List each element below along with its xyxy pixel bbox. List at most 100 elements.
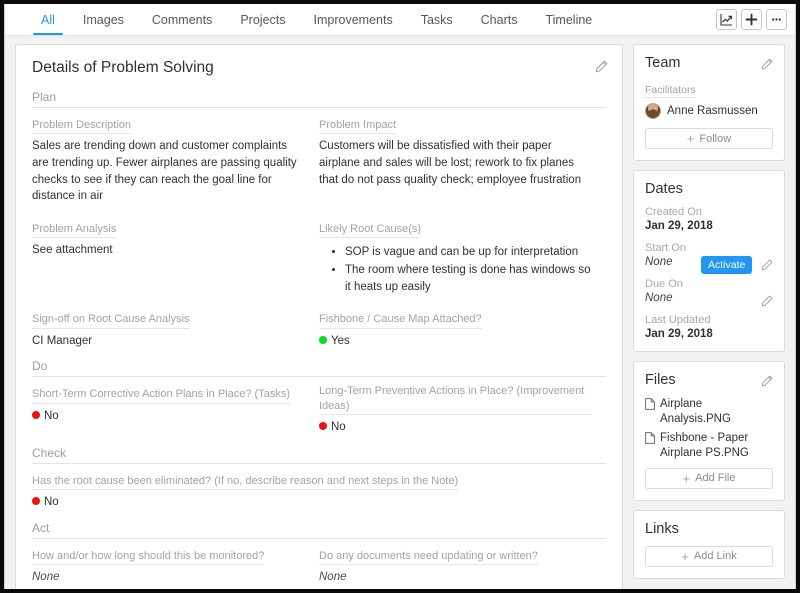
tab-timeline[interactable]: Timeline — [531, 4, 606, 35]
documents-field: Do any documents need updating or writte… — [319, 546, 606, 586]
due-on-block: Due On None — [645, 278, 773, 307]
field-value: CI Manager — [32, 334, 93, 347]
pencil-icon[interactable] — [595, 60, 608, 78]
likely-root-causes-field: Likely Root Cause(s) SOP is vague and ca… — [319, 219, 606, 296]
tab-label: Tasks — [420, 12, 453, 27]
status-dot-green — [319, 335, 327, 344]
plan-row-3: Sign-off on Root Cause Analysis CI Manag… — [32, 309, 606, 349]
field-label: Short-Term Corrective Action Plans in Pl… — [32, 387, 290, 404]
facilitators-label: Facilitators — [645, 84, 696, 98]
status-dot-red — [32, 410, 40, 419]
main-column: Details of Problem Solving Plan Problem … — [15, 44, 623, 589]
field-label: Due On — [645, 278, 683, 290]
field-value: None — [32, 570, 60, 583]
tab-tasks[interactable]: Tasks — [407, 4, 467, 35]
plan-row-1: Problem Description Sales are trending d… — [32, 115, 606, 205]
section-act-heading: Act — [32, 521, 606, 539]
tab-label: Projects — [240, 12, 286, 27]
follow-button-label: Follow — [699, 132, 732, 145]
field-label: Start On — [645, 242, 686, 254]
ellipsis-icon[interactable] — [766, 9, 787, 30]
created-on-block: Created On Jan 29, 2018 — [645, 206, 773, 232]
tab-label: All — [41, 12, 55, 27]
tab-bar: All Images Comments Projects Improvement… — [5, 4, 795, 36]
file-icon — [645, 398, 655, 415]
tab-comments[interactable]: Comments — [138, 4, 226, 35]
status-text: Yes — [331, 334, 350, 347]
field-label: Has the root cause been eliminated? (If … — [32, 474, 459, 490]
pencil-icon[interactable] — [761, 294, 773, 312]
team-card: Team Facilitators Anne Rasmussen + Follo… — [633, 44, 785, 161]
plus-icon: + — [682, 470, 691, 486]
team-title: Team — [645, 55, 681, 71]
field-value-with-status: Yes — [319, 333, 592, 350]
file-name: Airplane Analysis.PNG — [660, 398, 731, 425]
tab-images[interactable]: Images — [69, 4, 138, 35]
status-text: No — [44, 495, 59, 508]
dates-title: Dates — [645, 181, 683, 197]
field-value: Jan 29, 2018 — [645, 328, 713, 340]
field-value: Jan 29, 2018 — [645, 220, 713, 232]
links-title: Links — [645, 520, 679, 537]
facilitator-row[interactable]: Anne Rasmussen — [645, 103, 773, 119]
tab-label: Improvements — [313, 12, 393, 27]
field-value: None — [319, 570, 347, 583]
act-row-1: How and/or how long should this be monit… — [32, 546, 606, 586]
pencil-icon[interactable] — [761, 258, 773, 276]
pencil-icon[interactable] — [761, 374, 773, 392]
add-file-label: Add File — [695, 472, 736, 485]
problem-impact-field: Problem Impact Customers will be dissati… — [319, 115, 606, 205]
files-title: Files — [645, 372, 676, 388]
field-label: Likely Root Cause(s) — [319, 222, 422, 239]
field-label: Do any documents need updating or writte… — [319, 549, 538, 565]
tab-label: Charts — [480, 12, 518, 27]
field-value: See attachment — [32, 244, 113, 257]
dates-card: Dates Created On Jan 29, 2018 Start On N… — [633, 170, 785, 352]
root-cause-list: SOP is vague and can be up for interpret… — [345, 244, 592, 295]
field-value-with-status: No — [319, 419, 592, 436]
field-label: Problem Impact — [319, 118, 397, 135]
app-window: All Images Comments Projects Improvement… — [4, 4, 796, 589]
file-item[interactable]: Fishbone - Paper Airplane PS.PNG — [645, 431, 773, 461]
fishbone-field: Fishbone / Cause Map Attached? Yes — [319, 309, 606, 349]
facilitator-name: Anne Rasmussen — [667, 105, 758, 117]
tab-all[interactable]: All — [27, 4, 69, 35]
file-item[interactable]: Airplane Analysis.PNG — [645, 397, 773, 427]
field-label: Problem Description — [32, 118, 132, 135]
page-body: Details of Problem Solving Plan Problem … — [5, 36, 795, 589]
add-link-button[interactable]: + Add Link — [645, 545, 773, 567]
list-item: The room where testing is done has windo… — [345, 262, 592, 295]
field-label: Last Updated — [645, 314, 711, 326]
long-term-actions-field: Long-Term Preventive Actions in Place? (… — [319, 384, 606, 435]
field-label: Created On — [645, 206, 702, 218]
status-text: No — [44, 409, 59, 422]
activate-button[interactable]: Activate — [701, 256, 753, 274]
tab-label: Comments — [151, 12, 213, 27]
tab-projects[interactable]: Projects — [226, 4, 299, 35]
follow-button[interactable]: + Follow — [645, 128, 773, 149]
plus-icon[interactable] — [741, 9, 762, 30]
problem-analysis-field: Problem Analysis See attachment — [32, 219, 319, 296]
tab-improvements[interactable]: Improvements — [300, 4, 407, 35]
plus-icon: + — [681, 548, 689, 564]
section-plan-heading: Plan — [32, 90, 606, 108]
tab-label: Timeline — [545, 12, 593, 27]
status-text: No — [331, 420, 346, 433]
sidebar-column: Team Facilitators Anne Rasmussen + Follo… — [633, 44, 785, 589]
page-title: Details of Problem Solving — [32, 59, 214, 76]
field-label: Sign-off on Root Cause Analysis — [32, 312, 190, 329]
toolbar-actions — [716, 4, 787, 35]
plus-icon: + — [686, 131, 695, 146]
root-cause-eliminated-field: Has the root cause been eliminated? (If … — [32, 471, 606, 511]
pencil-icon[interactable] — [761, 57, 773, 75]
tab-charts[interactable]: Charts — [467, 4, 532, 35]
short-term-actions-field: Short-Term Corrective Action Plans in Pl… — [32, 384, 319, 435]
files-card: Files Airplane Analysis.PNG Fishbone - P… — [633, 361, 785, 501]
links-card: Links + Add Link — [633, 509, 785, 579]
field-label: How and/or how long should this be monit… — [32, 549, 265, 565]
section-do-heading: Do — [32, 359, 606, 378]
add-file-button[interactable]: + Add File — [645, 467, 773, 489]
file-icon — [645, 431, 655, 449]
field-value-with-status: No — [32, 408, 305, 425]
chart-line-icon[interactable] — [716, 9, 737, 30]
